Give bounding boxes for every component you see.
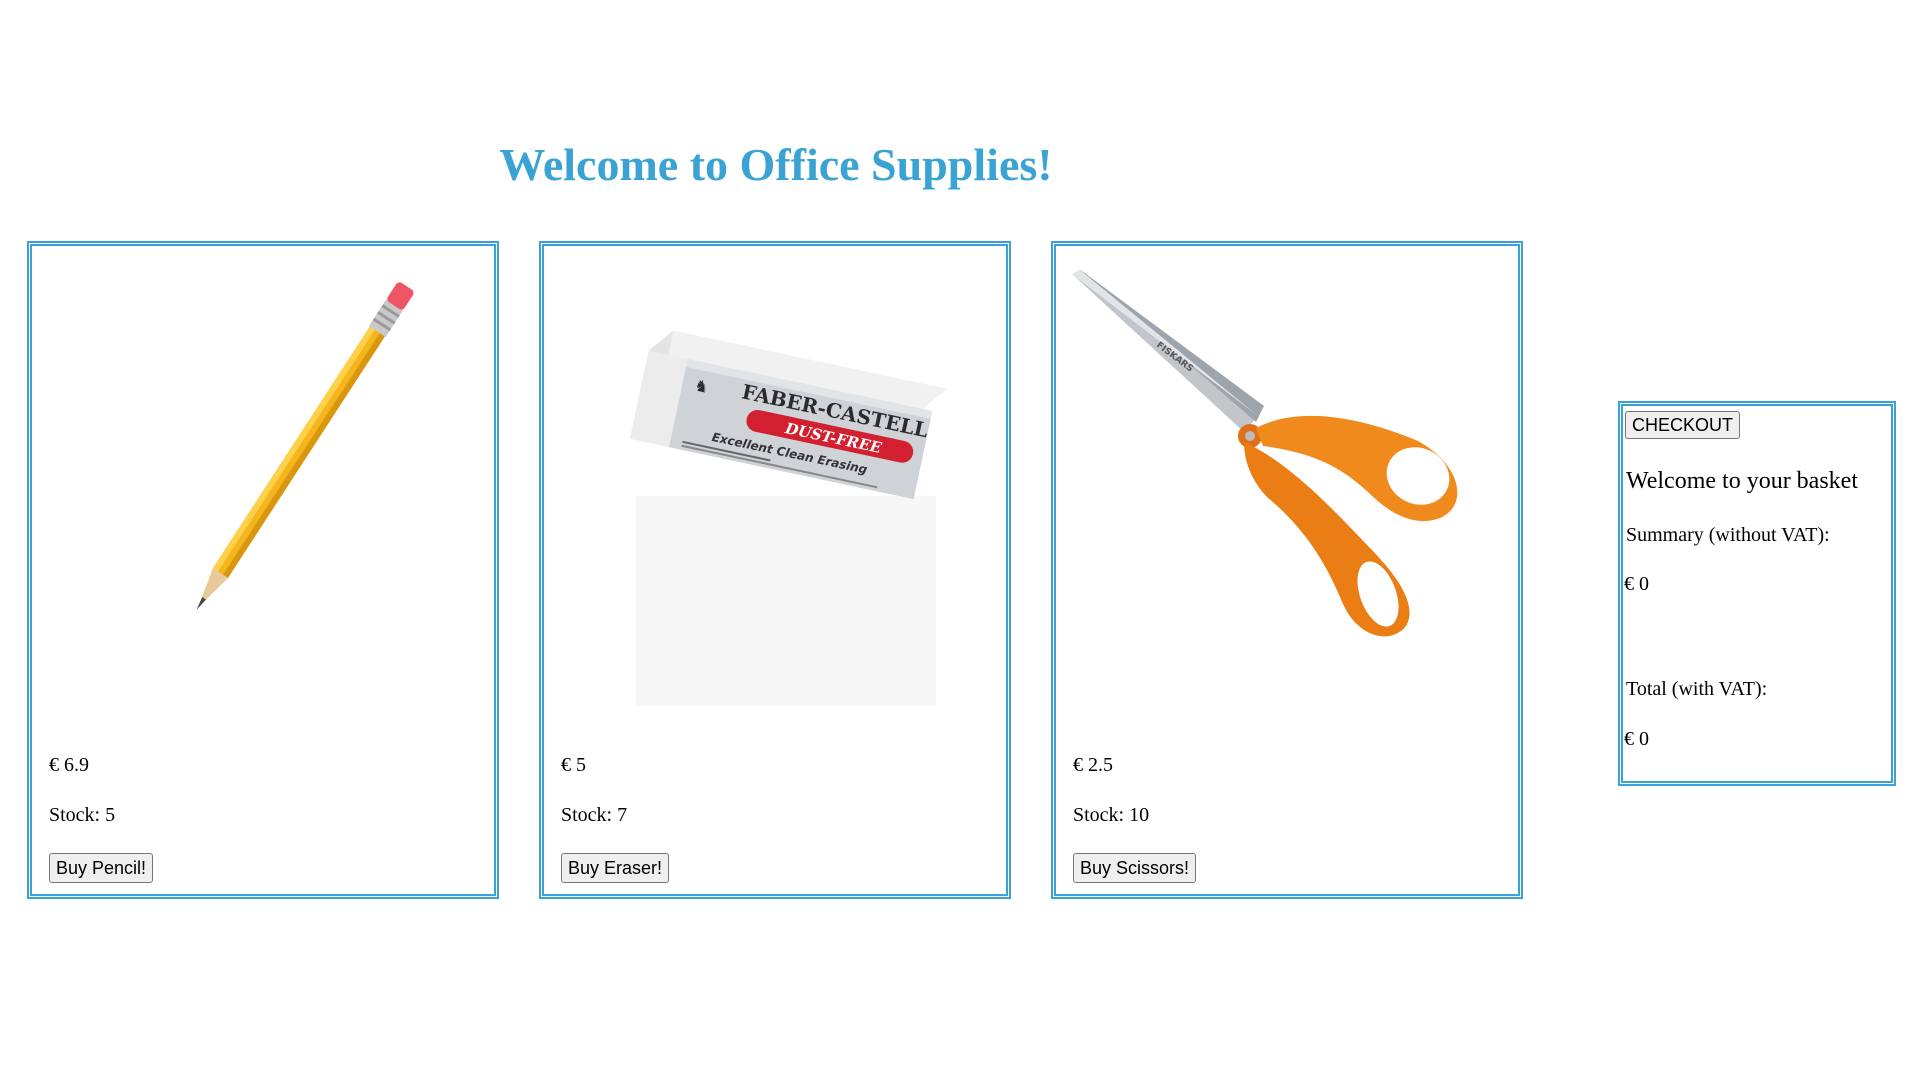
price-label: € 5 [561, 754, 586, 776]
product-card-pencil: € 6.9 Stock: 5 Buy Pencil! [27, 241, 499, 899]
buy-pencil-button[interactable]: Buy Pencil! [49, 853, 154, 883]
basket-panel: CHECKOUT Welcome to your basket Summary … [1618, 401, 1896, 786]
eraser-image: FABER-CASTELL ♞ DUST-FREE Excellent Clea… [556, 266, 996, 746]
product-card-eraser: FABER-CASTELL ♞ DUST-FREE Excellent Clea… [539, 241, 1011, 899]
page-title: Welcome to Office Supplies! [499, 139, 1053, 190]
buy-eraser-button[interactable]: Buy Eraser! [561, 853, 670, 883]
price-label: € 6.9 [49, 754, 89, 776]
total-value: € 0 [1624, 728, 1649, 750]
scissors-image: FISKARS [1068, 266, 1508, 746]
stock-label: Stock: 5 [49, 804, 116, 826]
stock-label: Stock: 7 [561, 804, 628, 826]
summary-label: Summary (without VAT): [1626, 524, 1830, 546]
pencil-image [44, 266, 484, 746]
basket-welcome-text: Welcome to your basket [1626, 468, 1858, 494]
product-card-scissors: FISKARS € 2.5 Stock: 10 Buy Scissors! [1051, 241, 1523, 899]
checkout-button[interactable]: CHECKOUT [1625, 411, 1741, 439]
stock-label: Stock: 10 [1073, 804, 1150, 826]
price-label: € 2.5 [1073, 754, 1113, 776]
summary-value: € 0 [1624, 573, 1649, 595]
buy-scissors-button[interactable]: Buy Scissors! [1073, 853, 1197, 883]
total-label: Total (with VAT): [1626, 678, 1768, 700]
